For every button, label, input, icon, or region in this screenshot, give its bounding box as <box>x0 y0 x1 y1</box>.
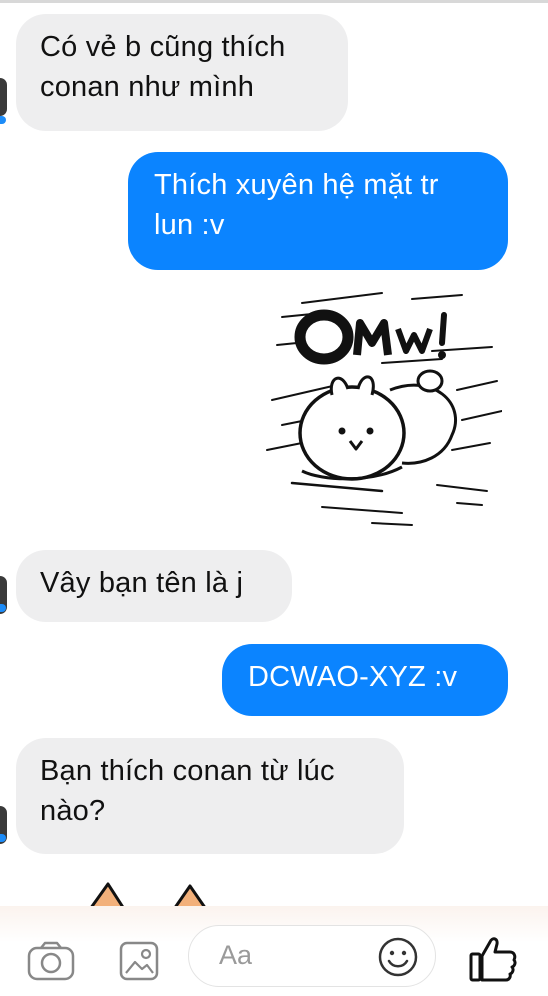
sender-avatar[interactable] <box>0 78 7 116</box>
running-bunny-omw-sticker[interactable] <box>262 285 502 535</box>
incoming-message[interactable]: Vây bạn tên là j <box>16 550 292 622</box>
incoming-message[interactable]: Có vẻ b cũng thích conan như mình <box>16 14 348 131</box>
top-divider <box>0 0 548 3</box>
message-text: Có vẻ b cũng thích conan như mình <box>40 31 286 103</box>
message-text: Vây bạn tên là j <box>40 567 244 599</box>
read-indicator <box>0 116 6 124</box>
message-text: Bạn thích conan từ lúc nào? <box>40 755 335 827</box>
incoming-message[interactable]: Bạn thích conan từ lúc nào? <box>16 738 404 854</box>
message-input[interactable]: Aa <box>188 925 436 987</box>
camera-icon[interactable] <box>26 940 76 982</box>
message-text: Thích xuyên hệ mặt tr lun :v <box>154 169 439 241</box>
message-input-placeholder: Aa <box>219 940 253 970</box>
outgoing-message[interactable]: Thích xuyên hệ mặt tr lun :v <box>128 152 508 270</box>
emoji-icon[interactable] <box>377 936 419 978</box>
outgoing-message[interactable]: DCWAO-XYZ :v <box>222 644 508 716</box>
thumbs-up-icon[interactable] <box>468 934 518 984</box>
gallery-icon[interactable] <box>118 940 160 982</box>
message-text: DCWAO-XYZ :v <box>248 661 458 693</box>
